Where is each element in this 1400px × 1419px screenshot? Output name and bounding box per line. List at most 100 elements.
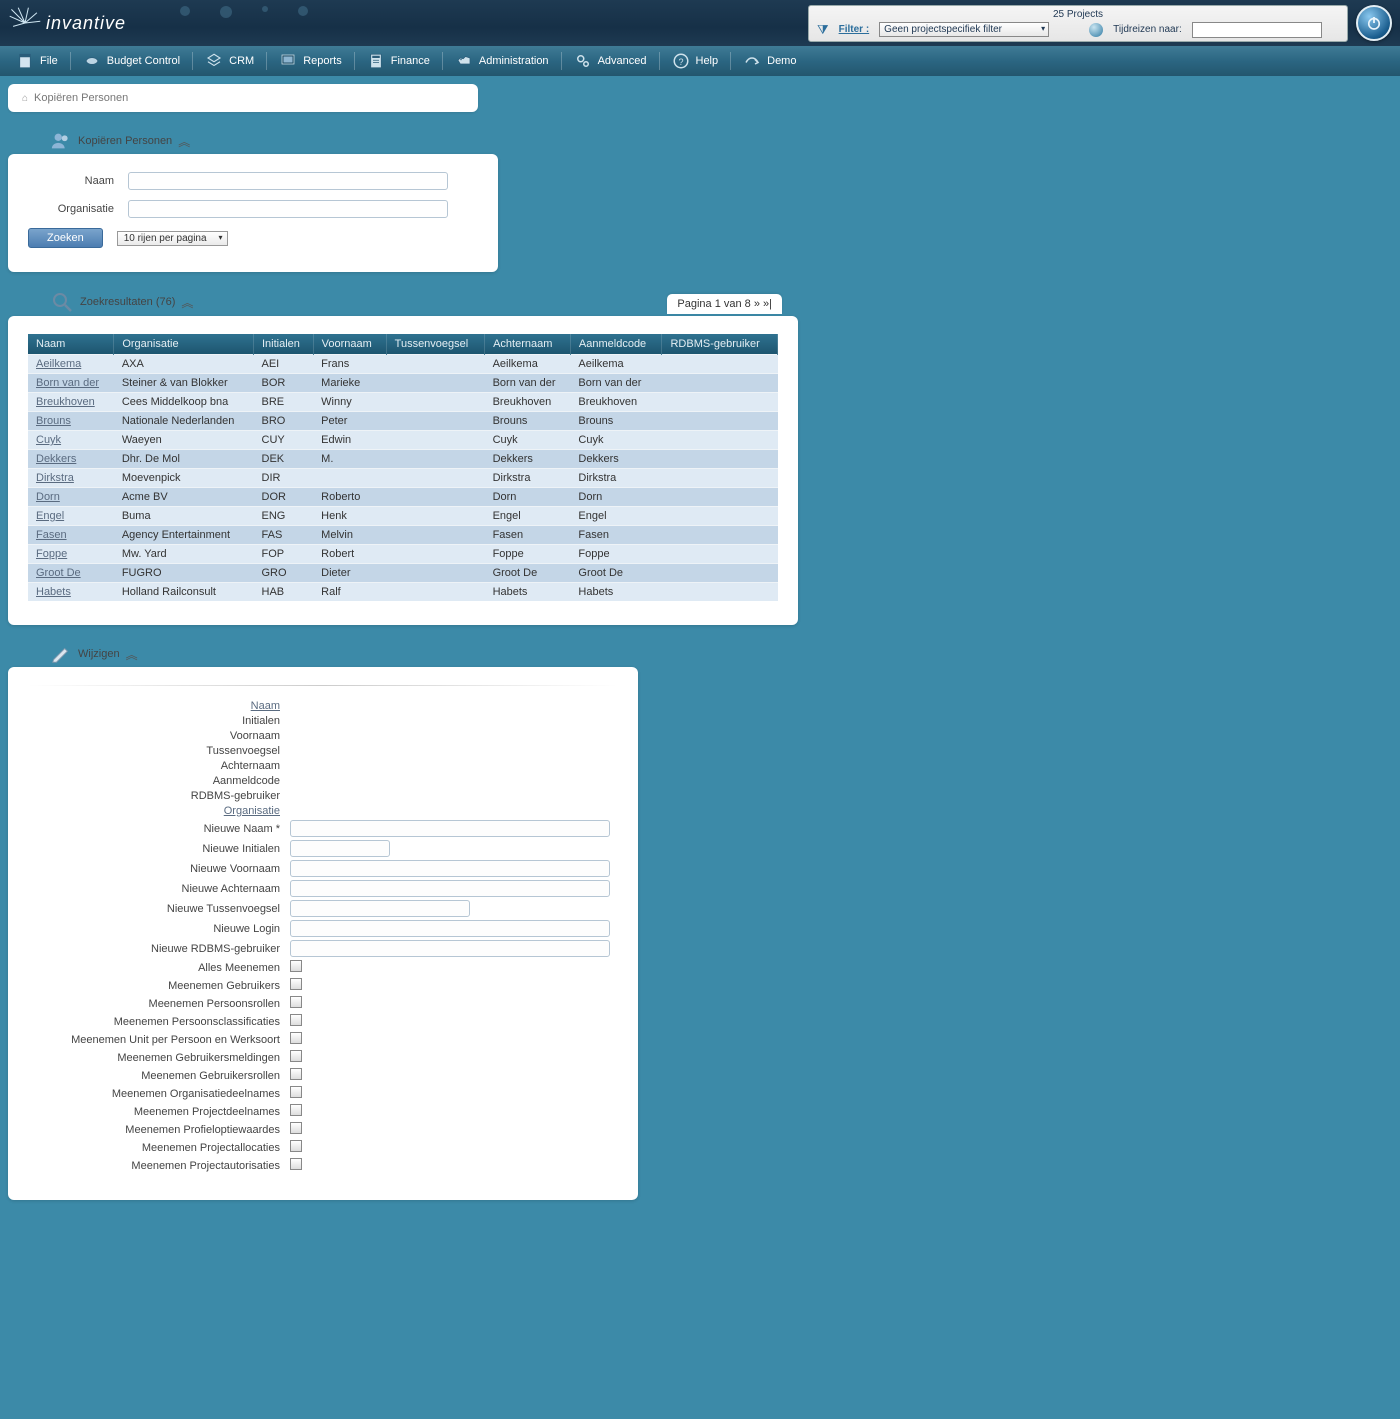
col-header[interactable]: Aanmeldcode [570,334,662,355]
cell [386,583,484,602]
cell [662,488,778,507]
col-header[interactable]: Achternaam [485,334,571,355]
menu-help[interactable]: ?Help [662,46,729,76]
cell: ENG [254,507,314,526]
row-name-link[interactable]: Fasen [36,529,67,541]
edit-input-label: Nieuwe Achternaam [28,883,290,895]
timetravel-label: Tijdreizen naar: [1113,24,1182,35]
row-name-link[interactable]: Brouns [36,415,71,427]
collapse-icon[interactable]: ︽ [178,133,190,150]
cell: Dekkers [28,450,114,469]
cell: BRE [254,393,314,412]
collapse-icon[interactable]: ︽ [126,646,138,663]
menu-demo[interactable]: Demo [733,46,806,76]
filter-label[interactable]: Filter : [839,24,870,35]
checkbox[interactable] [290,1014,302,1026]
row-name-link[interactable]: Breukhoven [36,396,95,408]
checkbox[interactable] [290,1158,302,1170]
row-name-link[interactable]: Engel [36,510,64,522]
table-row[interactable]: AeilkemaAXAAEIFransAeilkemaAeilkema [28,355,778,374]
menu-label: CRM [229,55,254,67]
col-header[interactable]: RDBMS-gebruiker [662,334,778,355]
table-row[interactable]: BreukhovenCees Middelkoop bnaBREWinnyBre… [28,393,778,412]
checkbox[interactable] [290,1140,302,1152]
search-panel-tab[interactable]: Kopiëren Personen ︽ [44,126,202,156]
table-row[interactable]: BrounsNationale NederlandenBROPeterBroun… [28,412,778,431]
menu-advanced[interactable]: Advanced [564,46,657,76]
row-name-link[interactable]: Dekkers [36,453,76,465]
pagination[interactable]: Pagina 1 van 8 » »| [667,294,782,314]
row-name-link[interactable]: Habets [36,586,71,598]
home-icon[interactable]: ⌂ [22,93,28,104]
funnel-icon: ⧩ [817,22,829,38]
col-header[interactable]: Organisatie [114,334,254,355]
menu-label: Demo [767,55,796,67]
table-row[interactable]: EngelBumaENGHenkEngelEngel [28,507,778,526]
power-button[interactable] [1356,5,1392,41]
row-name-link[interactable]: Foppe [36,548,67,560]
collapse-icon[interactable]: ︽ [181,294,193,311]
checkbox[interactable] [290,1086,302,1098]
col-header[interactable]: Tussenvoegsel [386,334,484,355]
header-decor [180,6,308,18]
menu-finance[interactable]: Finance [357,46,440,76]
cell: Marieke [313,374,386,393]
cell: AXA [114,355,254,374]
cell: GRO [254,564,314,583]
menu-crm[interactable]: CRM [195,46,264,76]
table-row[interactable]: DekkersDhr. De MolDEKM.DekkersDekkers [28,450,778,469]
table-row[interactable]: CuykWaeyenCUYEdwinCuykCuyk [28,431,778,450]
cell: Aeilkema [570,355,662,374]
timetravel-input[interactable] [1192,22,1322,38]
table-row[interactable]: DirkstraMoevenpickDIRDirkstraDirkstra [28,469,778,488]
table-row[interactable]: FasenAgency EntertainmentFASMelvinFasenF… [28,526,778,545]
filter-select[interactable]: Geen projectspecifiek filter [879,22,1049,37]
checkbox[interactable] [290,978,302,990]
row-name-link[interactable]: Cuyk [36,434,61,446]
table-row[interactable]: DornAcme BVDORRobertoDornDorn [28,488,778,507]
org-input[interactable] [128,200,448,218]
results-panel-tab[interactable]: Zoekresultaten (76) ︽ [44,286,205,318]
edit-field-label[interactable]: Organisatie [28,805,290,817]
col-header[interactable]: Voornaam [313,334,386,355]
edit-input[interactable] [290,820,610,837]
cell: Foppe [28,545,114,564]
cell: Dorn [485,488,571,507]
table-row[interactable]: FoppeMw. YardFOPRobertFoppeFoppe [28,545,778,564]
rows-per-page-select[interactable]: 10 rijen per pagina [117,231,228,246]
edit-input[interactable] [290,920,610,937]
row-name-link[interactable]: Aeilkema [36,358,81,370]
row-name-link[interactable]: Dirkstra [36,472,74,484]
checkbox[interactable] [290,1050,302,1062]
col-header[interactable]: Initialen [254,334,314,355]
edit-input[interactable] [290,900,470,917]
menu-administration[interactable]: Administration [445,46,559,76]
row-name-link[interactable]: Born van der [36,377,99,389]
row-name-link[interactable]: Dorn [36,491,60,503]
edit-field-label[interactable]: Naam [28,700,290,712]
menu-budget-control[interactable]: Budget Control [73,46,190,76]
table-row[interactable]: Groot DeFUGROGRODieterGroot DeGroot De [28,564,778,583]
edit-input[interactable] [290,940,610,957]
row-name-link[interactable]: Groot De [36,567,81,579]
projects-count: 25 Projects [817,9,1339,20]
table-row[interactable]: Born van derSteiner & van BlokkerBORMari… [28,374,778,393]
table-row[interactable]: HabetsHolland RailconsultHABRalfHabetsHa… [28,583,778,602]
checkbox[interactable] [290,1104,302,1116]
checkbox[interactable] [290,1032,302,1044]
col-header[interactable]: Naam [28,334,114,355]
edit-input[interactable] [290,880,610,897]
edit-input[interactable] [290,840,390,857]
edit-panel-tab[interactable]: Wijzigen ︽ [44,639,150,669]
checkbox[interactable] [290,960,302,972]
cell [662,469,778,488]
search-button[interactable]: Zoeken [28,228,103,248]
menu-file[interactable]: File [6,46,68,76]
menu-label: Budget Control [107,55,180,67]
name-input[interactable] [128,172,448,190]
checkbox[interactable] [290,1122,302,1134]
checkbox[interactable] [290,1068,302,1080]
checkbox[interactable] [290,996,302,1008]
edit-input[interactable] [290,860,610,877]
menu-reports[interactable]: Reports [269,46,352,76]
